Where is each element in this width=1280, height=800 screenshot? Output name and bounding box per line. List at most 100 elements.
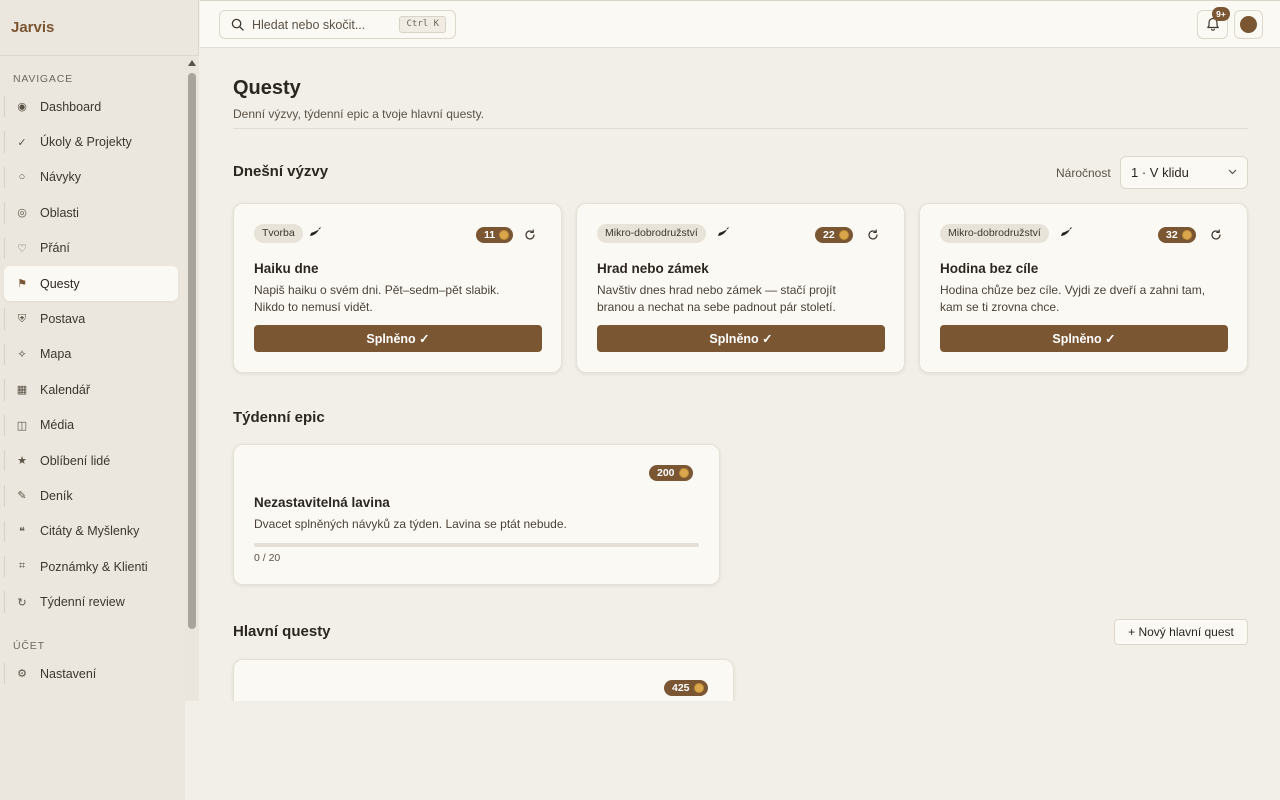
complete-button[interactable]: Splněno ✓ bbox=[254, 325, 542, 352]
sidebar-item-label: Návyky bbox=[40, 170, 81, 185]
xp-value: 22 bbox=[823, 229, 835, 241]
coin-icon bbox=[678, 468, 689, 478]
sidebar-item-prani[interactable]: ♡ Přání bbox=[4, 231, 178, 266]
xp-badge: 32 bbox=[1158, 227, 1196, 243]
sidebar-item-label: Kalendář bbox=[40, 382, 91, 397]
epic-progress-bar bbox=[254, 543, 699, 547]
oblibeni-lide-icon: ★ bbox=[17, 455, 27, 468]
sidebar-item-nastaveni[interactable]: ⚙ Nastavení bbox=[4, 656, 178, 691]
nastaveni-icon: ⚙ bbox=[17, 668, 27, 681]
xp-value: 425 bbox=[672, 682, 690, 694]
sidebar-item-label: Deník bbox=[40, 488, 73, 503]
sidebar-item-label: Úkoly & Projekty bbox=[40, 135, 132, 150]
pepper-icon bbox=[1061, 227, 1072, 236]
challenge-description: Hodina chůze bez cíle. Vyjdi ze dveří a … bbox=[940, 283, 1206, 314]
sidebar-item-kalendar[interactable]: ▦ Kalendář bbox=[4, 372, 178, 407]
poznamky-and-klienti-icon: ⌗ bbox=[18, 560, 26, 573]
tydenni-review-icon: ↻ bbox=[17, 596, 27, 609]
postava-icon: ⛨ bbox=[17, 312, 27, 325]
xp-badge: 11 bbox=[476, 227, 514, 243]
sidebar-item-questy[interactable]: ⚑ Questy bbox=[4, 265, 178, 302]
main-quest-card: 425 bbox=[233, 659, 734, 701]
page-subtitle: Denní výzvy, týdenní epic a tvoje hlavní… bbox=[233, 107, 485, 121]
sidebar-item-label: Dashboard bbox=[40, 99, 102, 114]
questy-icon: ⚑ bbox=[17, 278, 27, 291]
coin-icon bbox=[838, 230, 849, 240]
search-icon bbox=[231, 18, 244, 31]
daily-card: Tvorba 11 Haiku dne Napiš haiku o svém d… bbox=[233, 203, 562, 373]
scroll-up-arrow-icon[interactable] bbox=[188, 60, 196, 66]
sidebar-item-citaty-and-myslenky[interactable]: ❝ Citáty & Myšlenky bbox=[4, 514, 178, 549]
media-icon: ◫ bbox=[16, 419, 28, 432]
user-menu-button[interactable] bbox=[1234, 10, 1263, 39]
challenge-description: Napiš haiku o svém dni. Pět–sedm–pět sla… bbox=[254, 283, 500, 314]
sidebar-item-label: Oblíbení lidé bbox=[40, 453, 111, 468]
difficulty-value: 1 · V klidu bbox=[1131, 165, 1189, 180]
coin-icon bbox=[693, 683, 704, 693]
kalendar-icon: ▦ bbox=[16, 384, 28, 397]
difficulty-select[interactable]: 1 · V klidu bbox=[1120, 156, 1248, 189]
sidebar-item-oblasti[interactable]: ◎ Oblasti bbox=[4, 195, 178, 230]
header-divider bbox=[233, 128, 1248, 129]
notification-badge: 9+ bbox=[1212, 7, 1230, 21]
sidebar-item-denik[interactable]: ✎ Deník bbox=[4, 478, 178, 513]
coin-icon bbox=[1181, 230, 1192, 240]
chevron-down-icon bbox=[1228, 169, 1237, 175]
pepper-icon bbox=[310, 227, 321, 236]
page-title: Questy bbox=[233, 77, 301, 99]
category-tag: Mikro-dobrodružství bbox=[940, 224, 1049, 243]
sidebar-bottom-fill bbox=[0, 701, 185, 800]
new-main-quest-button[interactable]: + Nový hlavní quest bbox=[1114, 619, 1248, 645]
weekly-epic-card: 200 Nezastavitelná lavina Dvacet splněný… bbox=[233, 444, 720, 585]
complete-button[interactable]: Splněno ✓ bbox=[597, 325, 885, 352]
prani-icon: ♡ bbox=[17, 242, 27, 255]
epic-progress-text: 0 / 20 bbox=[254, 552, 281, 564]
sidebar-item-poznamky-and-klienti[interactable]: ⌗ Poznámky & Klienti bbox=[4, 549, 178, 584]
sidebar-scrollbar[interactable] bbox=[185, 56, 199, 800]
daily-section-title: Dnešní výzvy bbox=[233, 163, 329, 180]
citaty-and-myslenky-icon: ❝ bbox=[19, 525, 25, 538]
reroll-icon[interactable] bbox=[1210, 229, 1222, 241]
sidebar-item-label: Poznámky & Klienti bbox=[40, 559, 148, 574]
search-shortcut: Ctrl K bbox=[399, 16, 446, 33]
category-tag: Mikro-dobrodružství bbox=[597, 224, 706, 243]
sidebar-item-label: Nastavení bbox=[40, 666, 97, 681]
sidebar-item-label: Citáty & Myšlenky bbox=[40, 524, 140, 539]
sidebar-item-label: Přání bbox=[40, 241, 70, 256]
ukoly-and-projekty-icon: ✓ bbox=[17, 136, 27, 149]
topbar: Hledat nebo skočit... Ctrl K 9+ bbox=[200, 0, 1280, 48]
sidebar-item-mapa[interactable]: ⟡ Mapa bbox=[4, 337, 178, 372]
account-section-label: ÚČET bbox=[13, 639, 45, 652]
category-tag: Tvorba bbox=[254, 224, 303, 243]
brand-logo[interactable]: Jarvis bbox=[0, 0, 198, 56]
xp-badge: 22 bbox=[815, 227, 853, 243]
bottom-blank-area bbox=[0, 701, 1280, 800]
sidebar-item-navyky[interactable]: ○ Návyky bbox=[4, 160, 178, 195]
xp-value: 11 bbox=[484, 229, 496, 241]
main-quests-section-title: Hlavní questy bbox=[233, 623, 331, 640]
search-placeholder: Hledat nebo skočit... bbox=[252, 17, 366, 32]
sidebar-item-label: Postava bbox=[40, 312, 86, 327]
challenge-description: Navštiv dnes hrad nebo zámek — stačí pro… bbox=[597, 283, 836, 314]
sidebar-item-postava[interactable]: ⛨ Postava bbox=[4, 301, 178, 336]
daily-card: Mikro-dobrodružství 22 Hrad nebo zámek N… bbox=[576, 203, 905, 373]
difficulty-label: Náročnost bbox=[1056, 166, 1111, 180]
sidebar: Jarvis NAVIGACE ◉ Dashboard ✓ Úkoly & Proje… bbox=[0, 0, 199, 800]
reroll-icon[interactable] bbox=[524, 229, 536, 241]
xp-value: 200 bbox=[657, 467, 675, 479]
sidebar-item-media[interactable]: ◫ Média bbox=[4, 408, 178, 443]
oblasti-icon: ◎ bbox=[17, 207, 27, 220]
xp-value: 32 bbox=[1166, 229, 1178, 241]
sidebar-item-ukoly-and-projekty[interactable]: ✓ Úkoly & Projekty bbox=[4, 124, 178, 159]
complete-button[interactable]: Splněno ✓ bbox=[940, 325, 1228, 352]
sidebar-item-oblibeni-lide[interactable]: ★ Oblíbení lidé bbox=[4, 443, 178, 478]
reroll-icon[interactable] bbox=[867, 229, 879, 241]
pepper-icon bbox=[718, 227, 729, 236]
denik-icon: ✎ bbox=[17, 490, 27, 503]
sidebar-item-dashboard[interactable]: ◉ Dashboard bbox=[4, 89, 178, 124]
scrollbar-thumb[interactable] bbox=[188, 73, 196, 629]
weekly-section-title: Týdenní epic bbox=[233, 409, 325, 426]
search-input[interactable]: Hledat nebo skočit... Ctrl K bbox=[219, 10, 456, 39]
sidebar-item-tydenni-review[interactable]: ↻ Týdenní review bbox=[4, 584, 178, 619]
challenge-title: Hrad nebo zámek bbox=[597, 261, 709, 276]
